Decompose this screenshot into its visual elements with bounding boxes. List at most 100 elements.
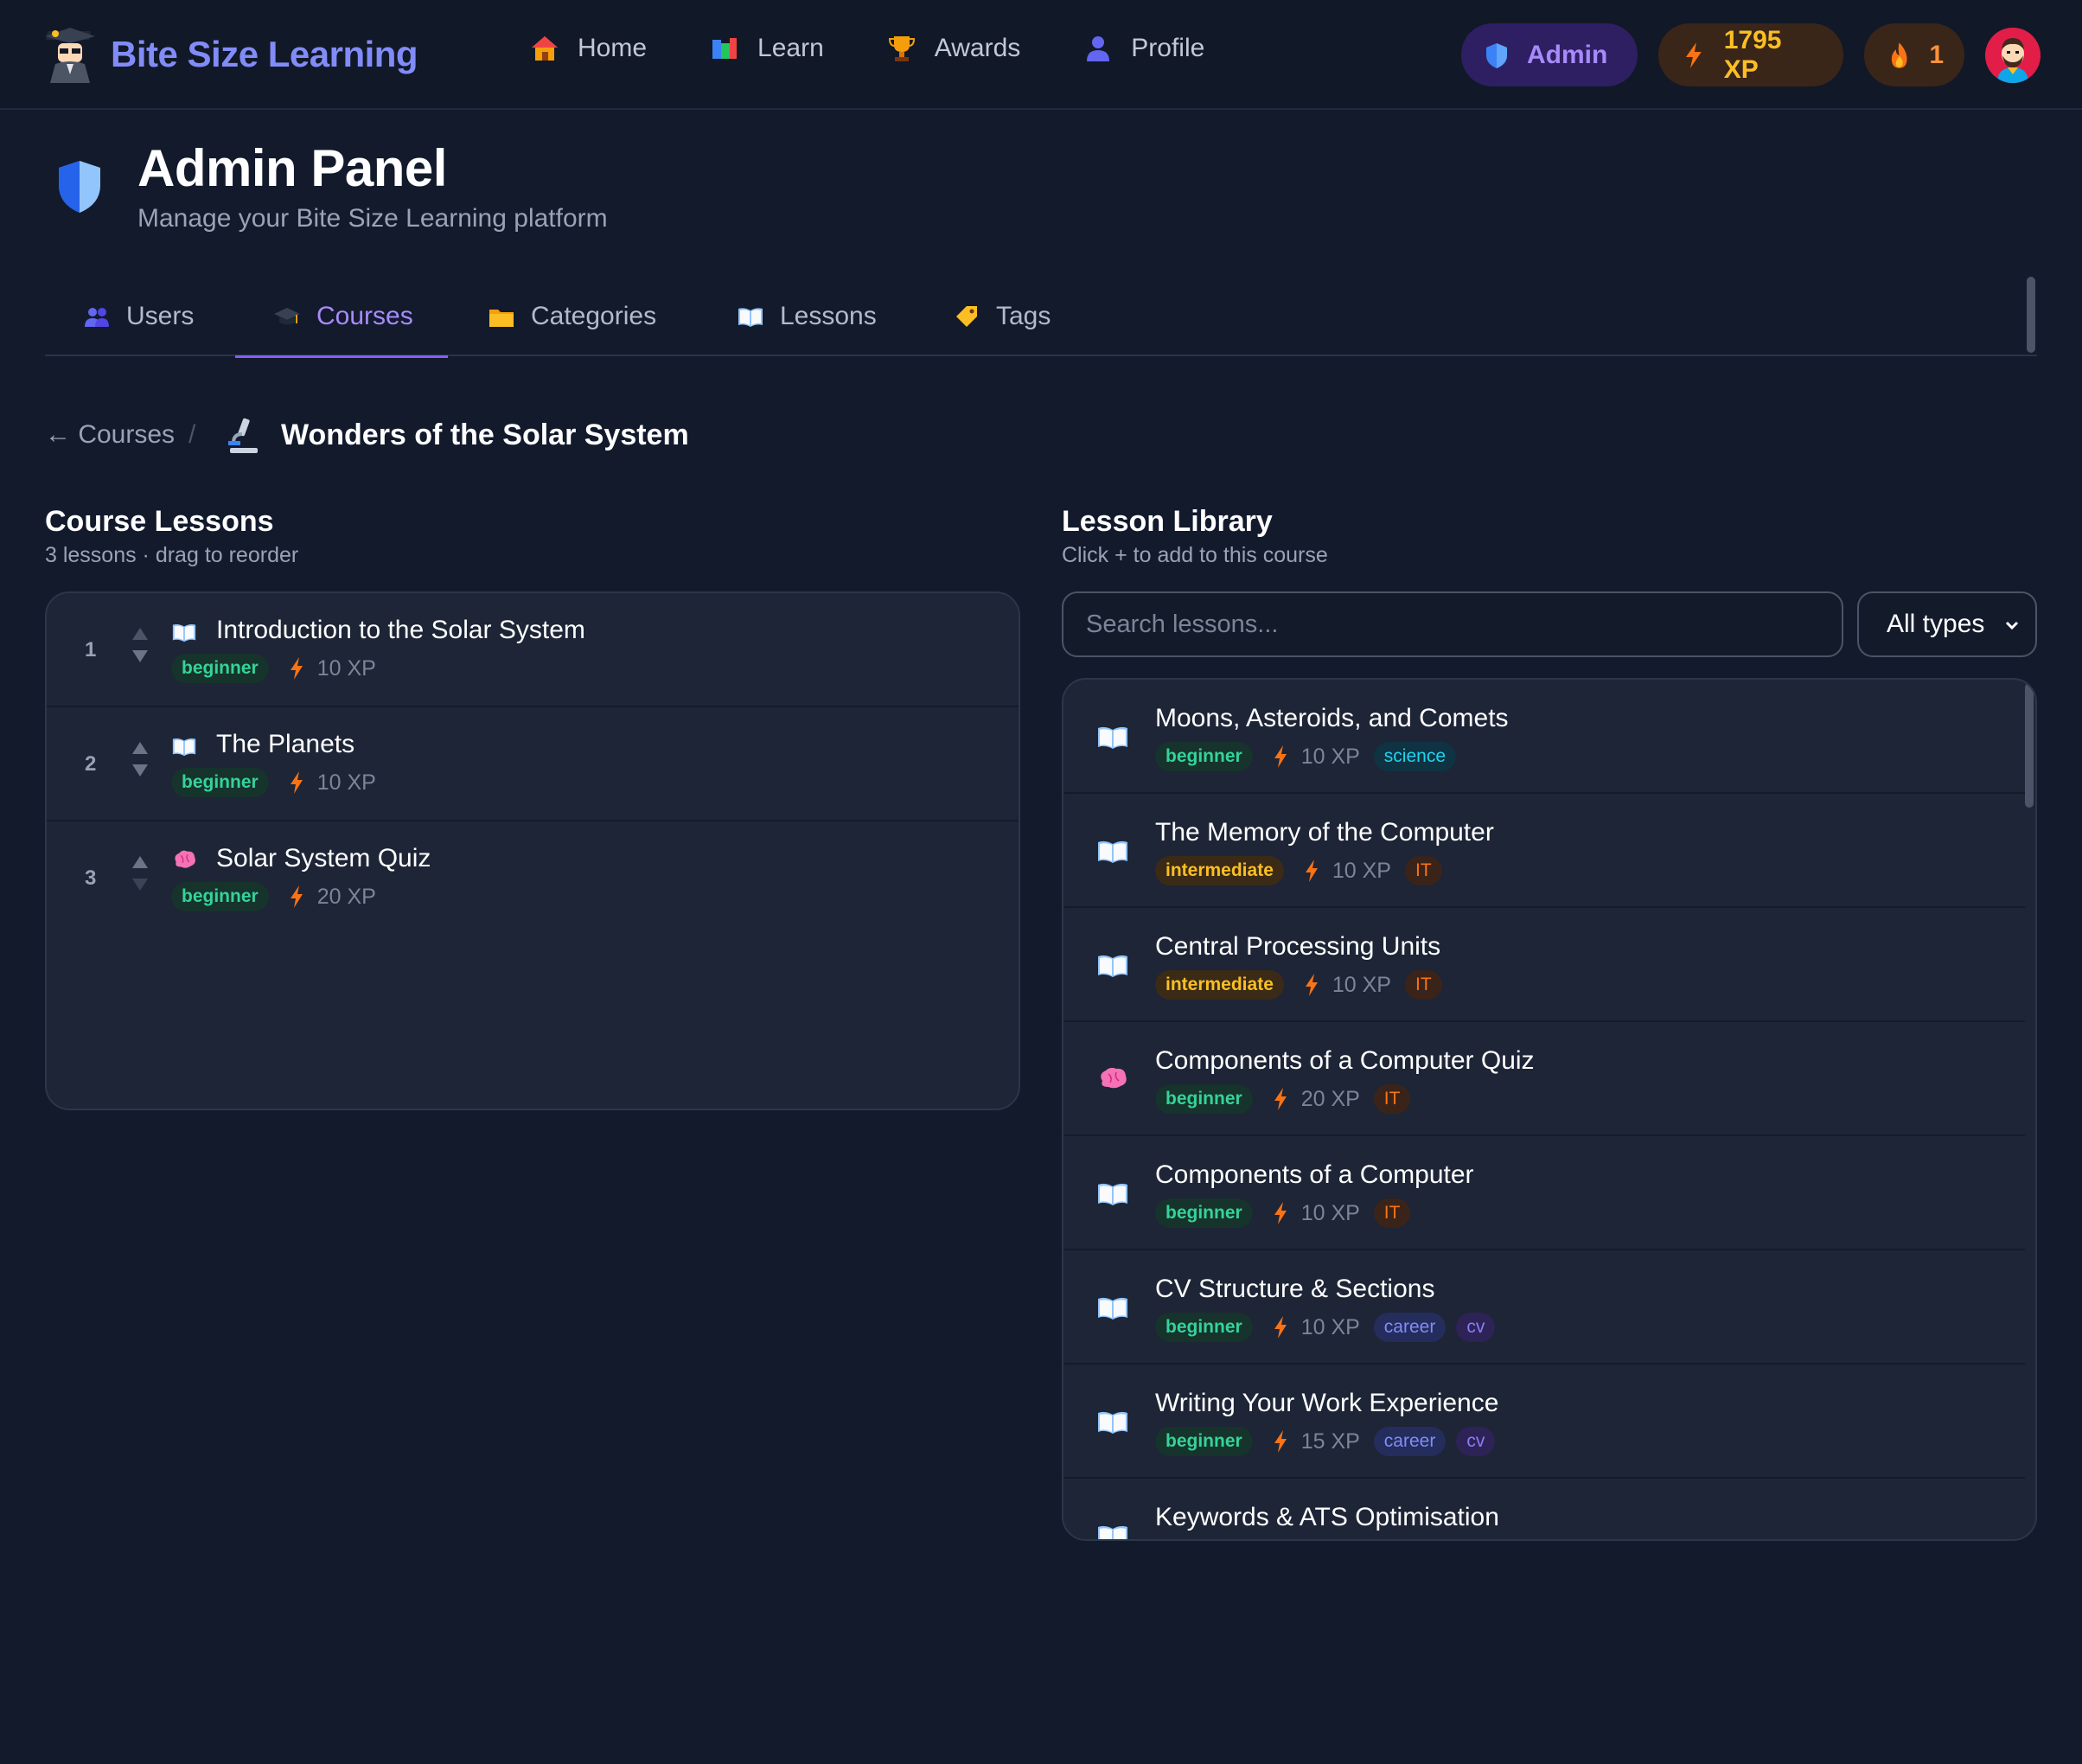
library-lesson-row[interactable]: Keywords & ATS Optimisation (1063, 1479, 2025, 1539)
tab-categories[interactable]: Categories (488, 277, 656, 356)
lightning-icon (1305, 860, 1318, 882)
nav-learn[interactable]: Learn (709, 33, 824, 64)
books-icon (712, 38, 738, 59)
move-down-icon[interactable] (132, 650, 148, 662)
nav-home[interactable]: Home (529, 33, 647, 64)
move-down-icon[interactable] (132, 764, 148, 777)
nav-learn-label: Learn (757, 34, 824, 62)
book-icon (172, 738, 196, 757)
xp-value: 10 XP (1332, 858, 1391, 883)
logo[interactable]: Bite Size Learning (43, 26, 418, 83)
course-lesson-row[interactable]: 1 Introduction to the Solar System begin… (47, 593, 1019, 707)
move-up-icon[interactable] (132, 856, 148, 868)
xp-value: 10 XP (1300, 1200, 1360, 1225)
chevron-down-icon (2005, 621, 2019, 630)
tabs-scrollbar[interactable] (2027, 277, 2035, 353)
user-icon (1087, 36, 1110, 61)
course-lesson-row[interactable]: 3 Solar System Quiz beginner 20 XP (47, 821, 1019, 936)
tab-users[interactable]: Users (83, 277, 194, 356)
level-badge: beginner (1155, 1427, 1253, 1456)
brain-icon (1101, 1067, 1127, 1089)
nav-awards[interactable]: Awards (886, 33, 1020, 64)
library-lesson-row[interactable]: The Memory of the Computer intermediate … (1063, 794, 2025, 908)
fire-icon (1891, 42, 1907, 68)
xp-value: 10 XP (1300, 1314, 1360, 1339)
lesson-meta: beginner 10 XP (171, 768, 390, 797)
admin-button[interactable]: Admin (1461, 23, 1638, 86)
book-icon (1098, 726, 1127, 749)
tab-lessons[interactable]: Lessons (737, 277, 877, 356)
lightning-icon (1274, 1202, 1287, 1224)
reorder-controls (130, 742, 150, 787)
course-lessons-heading: Course Lessons (45, 505, 274, 538)
library-lesson-row[interactable]: Writing Your Work Experience beginner 15… (1063, 1365, 2025, 1479)
tab-tags-label: Tags (996, 302, 1051, 330)
lesson-title: Moons, Asteroids, and Comets (1155, 704, 1509, 732)
streak-badge[interactable]: 1 (1864, 23, 1964, 86)
course-lessons-list: 1 Introduction to the Solar System begin… (45, 591, 1020, 1110)
xp-value: 10 XP (316, 770, 376, 795)
lesson-type-select[interactable]: All types (1857, 591, 2037, 657)
book-icon (1098, 1183, 1127, 1205)
book-icon (1098, 840, 1127, 863)
tab-courses-label: Courses (316, 302, 413, 330)
library-lesson-row[interactable]: Components of a Computer beginner 10 XP … (1063, 1136, 2025, 1250)
library-lesson-row[interactable]: CV Structure & Sections beginner 10 XP c… (1063, 1250, 2025, 1365)
reorder-controls (130, 856, 150, 901)
lightning-icon (1274, 1316, 1287, 1339)
lightning-icon (290, 885, 303, 908)
move-up-icon[interactable] (132, 628, 148, 640)
lesson-title: Components of a Computer (1155, 1160, 1474, 1189)
library-scrollbar[interactable] (2025, 683, 2034, 808)
level-badge: intermediate (1155, 856, 1284, 885)
lesson-type-select-value: All types (1887, 610, 1985, 638)
brain-icon (175, 850, 195, 868)
book-icon (1098, 1525, 1127, 1539)
xp-badge[interactable]: 1795 XP (1658, 23, 1843, 86)
breadcrumb-back-link[interactable]: ← Courses (45, 420, 175, 450)
avatar[interactable] (1985, 28, 2040, 83)
level-badge: beginner (1155, 742, 1253, 771)
shield-icon (1486, 42, 1507, 68)
nav-home-label: Home (578, 34, 648, 62)
breadcrumb-current-course: Wonders of the Solar System (281, 419, 689, 451)
tab-users-label: Users (126, 302, 195, 330)
lesson-title: CV Structure & Sections (1155, 1275, 1435, 1303)
library-lesson-row[interactable]: Moons, Asteroids, and Comets beginner 10… (1063, 680, 2025, 794)
lightning-icon (1685, 42, 1702, 68)
lesson-meta: intermediate 10 XP IT (1155, 856, 1442, 885)
lightning-icon (290, 771, 303, 794)
book-icon (738, 308, 763, 327)
nav-profile[interactable]: Profile (1083, 33, 1204, 64)
book-icon (1098, 1411, 1127, 1434)
course-lesson-row[interactable]: 2 The Planets beginner 10 XP (47, 707, 1019, 821)
lesson-meta: beginner 15 XP career cv (1155, 1427, 1496, 1456)
tab-lessons-label: Lessons (780, 302, 877, 330)
xp-value: 10 XP (1332, 972, 1391, 997)
lesson-meta: beginner 10 XP science (1155, 742, 1456, 771)
lesson-title: Solar System Quiz (216, 844, 431, 872)
page-subtitle: Manage your Bite Size Learning platform (137, 204, 608, 233)
lightning-icon (290, 657, 303, 680)
main-nav: Home Learn Awards Profile (529, 33, 1267, 64)
move-down-icon[interactable] (132, 879, 148, 891)
level-badge: beginner (171, 768, 269, 797)
move-up-icon[interactable] (132, 742, 148, 754)
course-lessons-subtitle: 3 lessons · drag to reorder (45, 543, 299, 567)
trophy-icon (888, 36, 915, 61)
tab-courses[interactable]: Courses (235, 277, 448, 358)
xp-total: 1795 XP (1723, 25, 1782, 84)
tag-icon (956, 306, 977, 327)
tab-tags[interactable]: Tags (953, 277, 1051, 356)
library-lesson-row[interactable]: Central Processing Units intermediate 10… (1063, 908, 2025, 1022)
search-input[interactable] (1062, 591, 1843, 657)
level-badge: beginner (171, 882, 269, 911)
lightning-icon (1274, 1088, 1287, 1110)
folder-icon (489, 310, 514, 327)
level-badge: beginner (171, 654, 269, 683)
lesson-order-number: 3 (85, 866, 97, 890)
top-navbar: Bite Size Learning Home Learn Awards Pro… (0, 0, 2082, 110)
library-lesson-row[interactable]: Components of a Computer Quiz beginner 2… (1063, 1022, 2025, 1136)
tag-badge: IT (1404, 970, 1442, 1000)
page-title: Admin Panel (137, 139, 447, 197)
